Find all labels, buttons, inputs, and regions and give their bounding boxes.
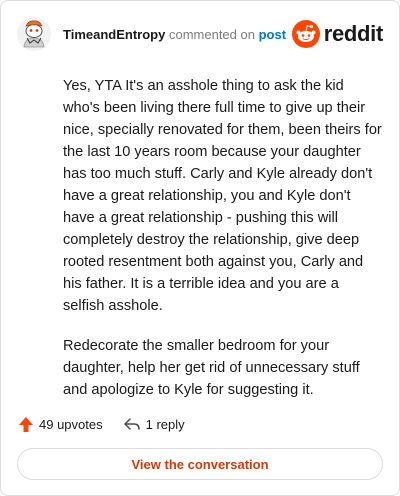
reply-count: 1 reply xyxy=(145,416,185,432)
reddit-snoo-icon xyxy=(291,20,320,48)
comment-meta: TimeandEntropy commented on post xyxy=(63,27,286,43)
upvote-arrow-icon xyxy=(19,416,33,432)
avatar-icon xyxy=(17,17,51,51)
post-link[interactable]: post xyxy=(259,27,286,42)
comment-paragraph: Redecorate the smaller bedroom for your … xyxy=(63,338,360,398)
upvote-button[interactable]: 49 upvotes xyxy=(18,416,103,433)
comment-action-text: commented on xyxy=(168,27,255,42)
reply-arrow-icon xyxy=(123,418,140,430)
upvote-count: 49 upvotes xyxy=(39,416,103,432)
comment-actions: 49 upvotes 1 reply xyxy=(18,413,205,435)
comment-card: TimeandEntropy commented on post reddit … xyxy=(0,0,400,496)
reddit-logo[interactable]: reddit xyxy=(291,19,384,49)
comment-paragraph: Yes, YTA It's an asshole thing to ask th… xyxy=(63,78,382,314)
reddit-wordmark: reddit xyxy=(323,21,384,46)
comment-body: Yes, YTA It's an asshole thing to ask th… xyxy=(63,75,383,419)
comment-header: TimeandEntropy commented on post reddit xyxy=(17,17,383,53)
reply-button[interactable]: 1 reply xyxy=(123,417,185,432)
username-link[interactable]: TimeandEntropy xyxy=(63,27,165,42)
view-conversation-button[interactable]: View the conversation xyxy=(17,448,383,480)
user-avatar[interactable] xyxy=(17,17,51,51)
